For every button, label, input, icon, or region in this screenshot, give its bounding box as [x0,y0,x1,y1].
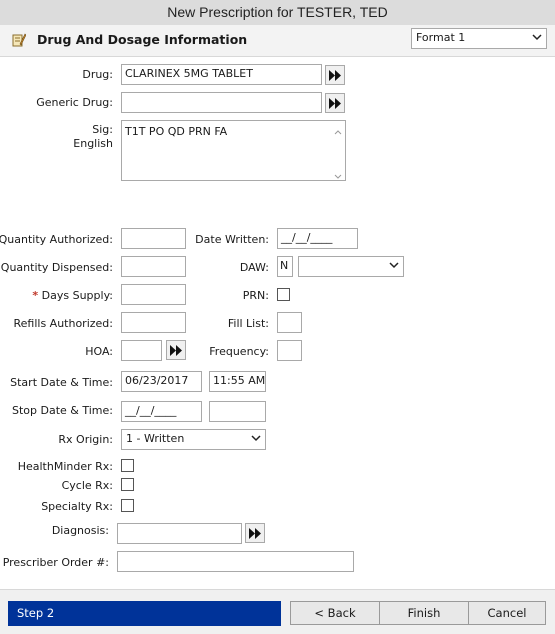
stop-date-field[interactable]: __/__/____ [121,401,202,422]
section-header: Drug And Dosage Information Format 1 [0,25,555,57]
sig-textarea[interactable]: T1T PO QD PRN FA [121,120,346,181]
cancel-button[interactable]: Cancel [468,601,546,625]
generic-drug-label: Generic Drug: [36,96,113,109]
prescriber-order-field[interactable] [117,551,354,572]
format-select[interactable]: Format 1 [411,28,547,49]
prn-checkbox[interactable] [277,288,290,301]
hoa-lookup-button[interactable] [166,340,186,360]
drug-lookup-button[interactable] [325,65,345,85]
healthminder-rx-label: HealthMinder Rx: [17,460,113,473]
fast-forward-icon [329,98,341,109]
rx-origin-label: Rx Origin: [58,433,113,446]
diagnosis-label: Diagnosis: [51,524,109,537]
refills-authorized-label: Refills Authorized: [13,317,113,330]
frequency-label: Frequency: [209,345,269,358]
fast-forward-icon [249,528,261,539]
hoa-label: HOA: [85,345,113,358]
quantity-dispensed-field[interactable] [121,256,186,277]
frequency-field[interactable] [277,340,302,361]
prn-label: PRN: [242,289,269,302]
prescriber-order-label: Prescriber Order #: [2,556,109,569]
daw-code-field[interactable]: N [277,256,293,277]
days-supply-label: * Days Supply: [32,289,113,302]
daw-select[interactable] [298,256,404,277]
refills-authorized-field[interactable] [121,312,186,333]
required-marker: * [32,289,39,302]
drug-label: Drug: [82,68,113,81]
wizard-footer: Step 2 < Back Finish Cancel [0,589,555,634]
healthminder-rx-checkbox[interactable] [121,459,134,472]
quantity-dispensed-label: Quantity Dispensed: [0,261,113,274]
specialty-rx-checkbox[interactable] [121,499,134,512]
start-time-field[interactable]: 11:55 AM [209,371,266,392]
daw-label: DAW: [239,261,269,274]
fast-forward-icon [170,345,182,356]
cycle-rx-checkbox[interactable] [121,478,134,491]
date-written-field[interactable]: __/__/____ [277,228,358,249]
days-supply-field[interactable] [121,284,186,305]
back-button[interactable]: < Back [290,601,380,625]
diagnosis-lookup-button[interactable] [245,523,265,543]
section-title: Drug And Dosage Information [37,32,248,47]
sig-language-label: English [73,137,113,150]
specialty-rx-label: Specialty Rx: [41,500,113,513]
prescription-pencil-icon [12,32,27,48]
rx-origin-select[interactable]: 1 - Written [121,429,266,450]
format-select-value: Format 1 [416,31,466,44]
hoa-field[interactable] [121,340,162,361]
drug-field[interactable]: CLARINEX 5MG TABLET [121,64,322,85]
chevron-down-icon [251,432,261,444]
generic-drug-lookup-button[interactable] [325,93,345,113]
finish-button[interactable]: Finish [379,601,469,625]
start-date-field[interactable]: 06/23/2017 [121,371,202,392]
date-written-label: Date Written: [195,233,269,246]
quantity-authorized-label: * Quantity Authorized: [0,233,113,246]
cycle-rx-label: Cycle Rx: [61,479,113,492]
diagnosis-field[interactable] [117,523,242,544]
rx-origin-value: 1 - Written [126,432,185,445]
sig-text: T1T PO QD PRN FA [125,125,228,138]
fill-list-field[interactable] [277,312,302,333]
window-title: New Prescription for TESTER, TED [0,0,555,25]
scroll-down-icon[interactable] [334,170,342,179]
stop-date-time-label: Stop Date & Time: [12,404,113,417]
start-date-time-label: Start Date & Time: [10,376,113,389]
scroll-up-icon[interactable] [334,125,342,135]
sig-label: Sig: [92,123,113,136]
chevron-down-icon [389,259,399,271]
generic-drug-field[interactable] [121,92,322,113]
fast-forward-icon [329,70,341,81]
stop-time-field[interactable] [209,401,266,422]
chevron-down-icon [532,31,542,43]
fill-list-label: Fill List: [227,317,269,330]
step-indicator: Step 2 [8,601,281,626]
quantity-authorized-field[interactable] [121,228,186,249]
